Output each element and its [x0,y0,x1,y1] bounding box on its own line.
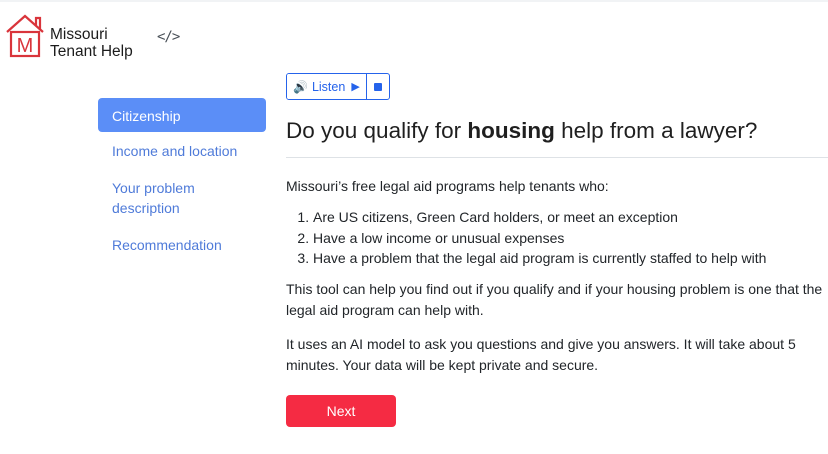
sidebar-item-citizenship[interactable]: Citizenship [98,98,266,132]
logo-letter: M [17,35,34,57]
sidebar-item-recommendation[interactable]: Recommendation [98,227,266,263]
listen-label: Listen [311,79,346,94]
listen-control: 🔊 Listen ▶ [286,73,390,100]
title-pre: Do you qualify for [286,118,468,143]
app-name: Missouri Tenant Help [50,26,133,60]
app-name-line2: Tenant Help [50,43,133,60]
intro-text: Missouri’s free legal aid programs help … [286,178,609,194]
play-icon: ▶ [351,81,360,93]
house-logo-icon: M [6,14,44,58]
stop-button[interactable] [365,74,389,99]
main-content: Do you qualify for housing help from a l… [286,113,828,427]
sidebar-item-problem-description[interactable]: Your problem description [98,170,266,226]
sidebar-item-income-location[interactable]: Income and location [98,133,266,169]
app-logo[interactable]: M Missouri Tenant Help [4,12,133,60]
code-icon[interactable]: </> [157,29,180,45]
next-button[interactable]: Next [286,394,396,427]
listen-button[interactable]: 🔊 Listen ▶ [287,74,366,99]
speaker-icon: 🔊 [293,79,308,94]
criteria-list: Are US citizens, Green Card holders, or … [286,207,828,269]
title-divider [286,157,828,158]
app-name-line1: Missouri [50,26,108,43]
tool-description: This tool can help you find out if you q… [286,280,823,318]
title-bold: housing [467,118,555,143]
criteria-item: Have a problem that the legal aid progra… [313,248,828,269]
title-post: help from a lawyer? [554,118,758,143]
criteria-item: Are US citizens, Green Card holders, or … [313,207,828,228]
stop-icon [373,82,382,91]
sidebar-nav: Citizenship Income and location Your pro… [98,98,266,263]
top-border [0,0,828,2]
criteria-item: Have a low income or unusual expenses [313,228,828,249]
ai-notice: It uses an AI model to ask you questions… [286,335,796,373]
page-title: Do you qualify for housing help from a l… [286,113,828,149]
